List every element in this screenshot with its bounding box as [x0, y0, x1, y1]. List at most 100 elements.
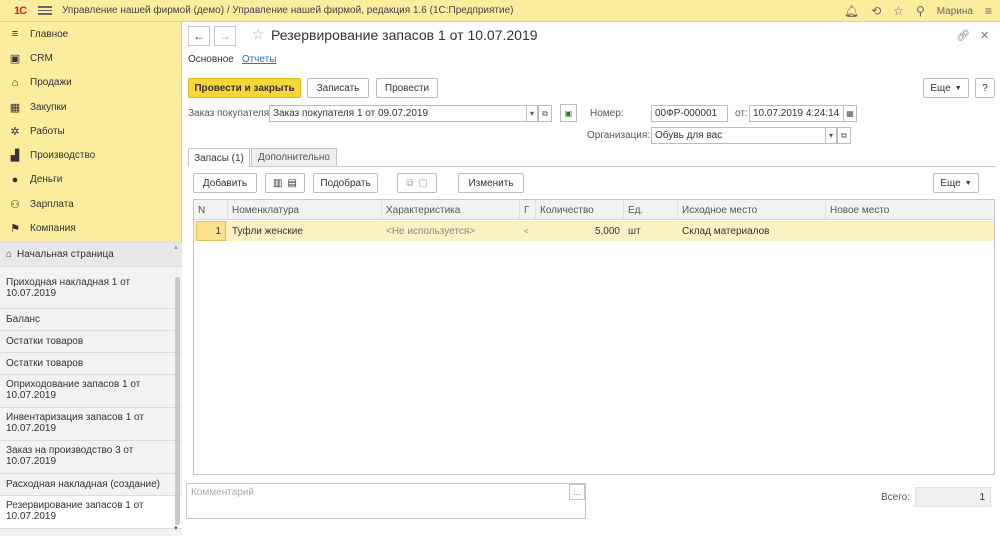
open-window-item[interactable]: Расходная накладная (создание) [0, 474, 182, 496]
total-label: Всего: [881, 492, 910, 503]
tab-additional[interactable]: Дополнительно [251, 148, 337, 166]
open-windows-list: ⌂ Начальная страница Приходная накладная… [0, 242, 182, 536]
barcode-tools-button[interactable]: ▥ ▤ [265, 173, 305, 193]
cell-source-place[interactable]: Склад материалов [678, 221, 826, 241]
tab-divider [188, 166, 996, 167]
fill-by-order-icon[interactable]: ▣ [560, 104, 577, 122]
col-source-place[interactable]: Исходное место [678, 200, 826, 220]
cell-unit[interactable]: шт [624, 221, 678, 241]
open-window-item[interactable]: Заказ на производство 3 от 10.07.2019 [0, 441, 182, 474]
col-n[interactable]: N [194, 200, 228, 220]
document-form: ← → ☆ Резервирование запасов 1 от 10.07.… [183, 22, 1000, 536]
cell-n[interactable]: 1 [196, 221, 226, 241]
comment-expand-button[interactable]: … [569, 484, 585, 500]
add-row-button[interactable]: Добавить [193, 173, 257, 193]
organization-label: Организация: [587, 130, 651, 141]
favorite-star-icon[interactable]: ☆ [252, 26, 265, 43]
user-name[interactable]: Марина [937, 6, 973, 17]
sidebar: ≡ Главное ▣ CRM ⌂ Продажи ▦ Закупки ✲ Ра… [0, 22, 182, 536]
document-icon: ▤ [287, 177, 297, 189]
settings-menu-icon[interactable]: ≡ [985, 4, 992, 18]
number-field[interactable]: 00ФР-000001 [651, 105, 728, 122]
copy-paste-button[interactable]: ⧉ ▢ [397, 173, 437, 193]
works-icon: ✲ [10, 125, 20, 138]
open-window-item[interactable]: Остатки товаров [0, 331, 182, 353]
shop-icon: ⌂ [11, 76, 19, 89]
search-icon[interactable]: ⚲ [916, 4, 925, 18]
cell-new-place[interactable] [826, 221, 994, 241]
history-icon[interactable]: ⟲ [871, 4, 881, 18]
save-button[interactable]: Записать [307, 78, 369, 98]
help-button[interactable]: ? [975, 78, 995, 98]
more-button[interactable]: Еще ▼ [923, 78, 969, 98]
order-open-button[interactable]: ⧉ [538, 105, 552, 122]
open-window-item[interactable]: ⌂ Начальная страница [0, 243, 182, 267]
col-unit[interactable]: Ед. [624, 200, 678, 220]
number-label: Номер: [590, 108, 624, 119]
open-window-item-active[interactable]: Резервирование запасов 1 от 10.07.2019 [0, 496, 182, 529]
notifications-icon[interactable]: 🔔︎ [844, 4, 859, 18]
sidebar-item-crm[interactable]: ▣ CRM [0, 46, 181, 70]
home-icon: ⌂ [6, 249, 13, 260]
cell-g[interactable]: < [520, 221, 536, 241]
page-title: Резервирование запасов 1 от 10.07.2019 [271, 27, 538, 43]
sidebar-item-works[interactable]: ✲ Работы [0, 119, 181, 143]
sidebar-item-company[interactable]: ⚑ Компания [0, 216, 181, 240]
stock-table[interactable]: N Номенклатура Характеристика Г Количест… [193, 199, 995, 475]
order-field[interactable]: Заказ покупателя 1 от 09.07.2019 [269, 105, 527, 122]
col-g[interactable]: Г [520, 200, 536, 220]
order-label: Заказ покупателя: [188, 108, 272, 119]
main-menu-icon[interactable] [38, 6, 52, 15]
scroll-down-icon[interactable]: ▼ [173, 526, 179, 532]
forward-button[interactable]: → [214, 26, 236, 46]
chevron-down-icon: ▼ [954, 84, 962, 92]
sidebar-item-main[interactable]: ≡ Главное [0, 22, 181, 46]
money-icon: ● [11, 173, 19, 186]
app-title: Управление нашей фирмой (демо) / Управле… [62, 5, 514, 16]
subtab-reports[interactable]: Отчеты [242, 54, 277, 65]
top-bar: 1C Управление нашей фирмой (демо) / Упра… [0, 0, 1000, 22]
sidebar-item-salary[interactable]: ⚇ Зарплата [0, 192, 181, 216]
organization-dropdown-button[interactable]: ▾ [825, 127, 837, 144]
link-icon[interactable]: 🔗︎ [956, 29, 970, 42]
organization-open-button[interactable]: ⧉ [837, 127, 851, 144]
subtab-main[interactable]: Основное [188, 54, 234, 65]
col-item[interactable]: Номенклатура [228, 200, 382, 220]
sidebar-item-money[interactable]: ● Деньги [0, 168, 181, 192]
date-field[interactable]: 10.07.2019 4:24:14 [749, 105, 844, 122]
col-quantity[interactable]: Количество [536, 200, 624, 220]
organization-field[interactable]: Обувь для вас [651, 127, 826, 144]
order-dropdown-button[interactable]: ▾ [526, 105, 538, 122]
cell-item[interactable]: Туфли женские [228, 221, 382, 241]
sidebar-item-sales[interactable]: ⌂ Продажи [0, 71, 181, 95]
calendar-icon[interactable]: ▦ [843, 105, 857, 122]
table-more-button[interactable]: Еще ▼ [933, 173, 979, 193]
sidebar-item-production[interactable]: ▟ Производство [0, 143, 181, 167]
open-window-item[interactable]: Баланс [0, 309, 182, 331]
flag-icon: ⚑ [10, 223, 20, 236]
back-button[interactable]: ← [188, 26, 210, 46]
cell-quantity[interactable]: 5,000 [536, 221, 624, 241]
open-window-item[interactable]: Приходная накладная 1 от 10.07.2019 [0, 267, 182, 309]
close-icon[interactable]: ✕ [980, 29, 989, 42]
scroll-up-icon[interactable]: ▲ [173, 245, 179, 251]
tab-stock[interactable]: Запасы (1) [188, 148, 250, 167]
open-window-item[interactable]: Оприходование запасов 1 от 10.07.2019 [0, 375, 182, 408]
comment-field[interactable]: Комментарий [186, 483, 586, 519]
menu-lines-icon: ≡ [11, 28, 19, 41]
post-and-close-button[interactable]: Провести и закрыть [188, 78, 301, 98]
table-header: N Номенклатура Характеристика Г Количест… [194, 200, 994, 220]
col-characteristic[interactable]: Характеристика [382, 200, 520, 220]
col-new-place[interactable]: Новое место [826, 200, 994, 220]
open-window-item[interactable]: Инвентаризация запасов 1 от 10.07.2019 [0, 408, 182, 441]
cell-characteristic[interactable]: <Не используется> [382, 221, 520, 241]
open-window-item[interactable]: Остатки товаров [0, 353, 182, 375]
pick-button[interactable]: Подобрать [313, 173, 378, 193]
table-row[interactable]: 1 Туфли женские <Не используется> < 5,00… [194, 221, 994, 241]
change-button[interactable]: Изменить [458, 173, 524, 193]
sidebar-scrollbar[interactable] [175, 277, 180, 525]
sidebar-item-purchases[interactable]: ▦ Закупки [0, 95, 181, 119]
favorites-icon[interactable]: ☆ [893, 4, 904, 18]
post-button[interactable]: Провести [376, 78, 438, 98]
arrow-left-icon: ← [193, 29, 205, 43]
